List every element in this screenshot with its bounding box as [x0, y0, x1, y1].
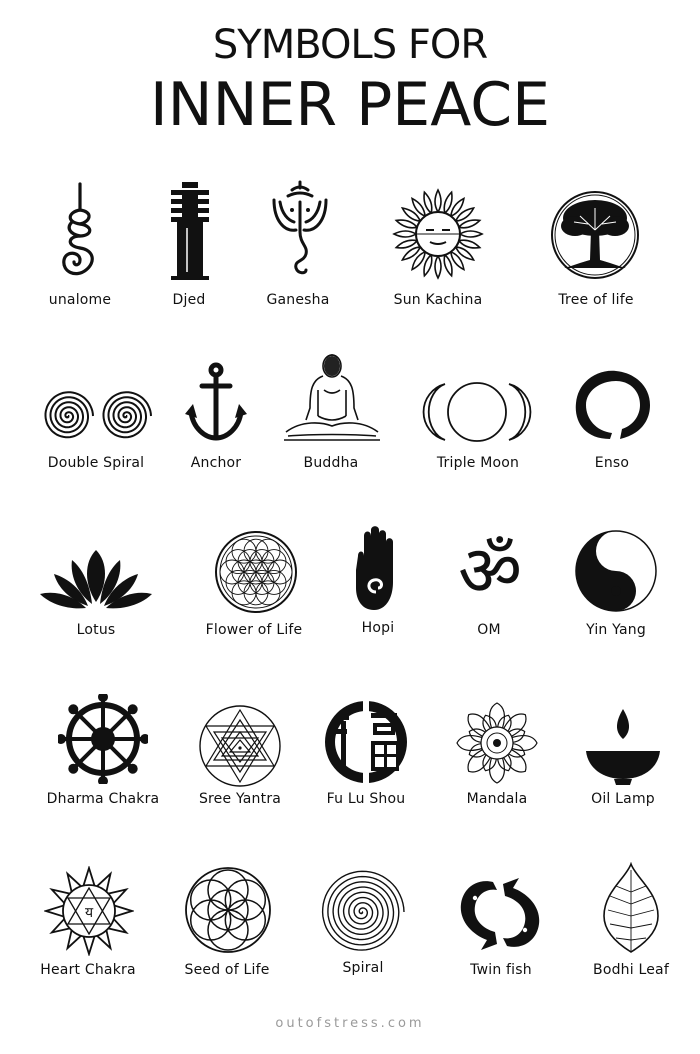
flower-of-life-icon: [215, 531, 297, 613]
symbol-label: Oil Lamp: [591, 791, 655, 807]
oil-lamp-icon: [586, 709, 660, 785]
symbol-label: Twin fish: [470, 962, 532, 978]
symbol-label: Bodhi Leaf: [593, 962, 669, 978]
lotus-icon: [40, 550, 152, 609]
tree-of-life-icon: [551, 191, 639, 279]
symbol-label: Hopi: [361, 620, 395, 636]
sree-yantra-icon: [199, 705, 281, 787]
double-spiral-icon: [44, 391, 152, 439]
om-icon: ॐ: [458, 530, 522, 612]
dharma-chakra-icon: [58, 694, 148, 784]
symbol-label: Spiral: [342, 960, 384, 976]
mandala-icon: [456, 702, 538, 784]
twin-fish-icon: [460, 878, 540, 950]
seed-of-life-icon: [185, 867, 271, 953]
yin-yang-icon: [575, 530, 657, 612]
symbol-label: Anchor: [190, 455, 242, 471]
hopi-hand-icon: [356, 526, 393, 610]
symbol-label: OM: [477, 622, 501, 638]
symbol-label: Fu Lu Shou: [326, 791, 406, 807]
ganesha-icon: [272, 180, 328, 275]
symbol-label: Triple Moon: [436, 455, 520, 471]
symbol-label: Heart Chakra: [40, 962, 136, 978]
enso-icon: [575, 370, 650, 439]
triple-moon-icon: [422, 382, 532, 442]
title-line-1: SYMBOLS FOR: [212, 22, 488, 68]
symbol-label: Lotus: [76, 622, 116, 638]
symbol-label: Tree of life: [558, 292, 634, 308]
sun-kachina-icon: [392, 188, 484, 280]
anchor-icon: [185, 362, 247, 441]
symbol-label: Flower of Life: [205, 622, 303, 638]
symbol-label: Seed of Life: [184, 962, 270, 978]
spiral-icon: [321, 870, 405, 951]
symbol-label: Sun Kachina: [393, 292, 483, 308]
fu-lu-shou-icon: [325, 701, 407, 783]
symbol-label: Ganesha: [266, 292, 330, 308]
footer-site: outofstress.com: [275, 1016, 425, 1031]
buddha-icon: [284, 354, 380, 441]
unalome-icon: [62, 182, 94, 276]
symbol-label: Sree Yantra: [198, 791, 282, 807]
djed-icon: [171, 182, 209, 280]
symbol-label: Yin Yang: [586, 622, 646, 638]
svg-text:य: य: [85, 905, 94, 921]
symbol-label: Dharma Chakra: [46, 791, 160, 807]
symbol-label: Buddha: [303, 455, 359, 471]
symbol-label: unalome: [48, 292, 112, 308]
symbol-label: Djed: [172, 292, 206, 308]
symbol-label: Mandala: [466, 791, 528, 807]
heart-chakra-icon: य: [44, 866, 134, 956]
symbol-label: Enso: [594, 455, 630, 471]
symbol-label: Double Spiral: [47, 455, 145, 471]
title-line-2: INNER PEACE: [149, 70, 551, 140]
bodhi-leaf-icon: [603, 862, 659, 953]
